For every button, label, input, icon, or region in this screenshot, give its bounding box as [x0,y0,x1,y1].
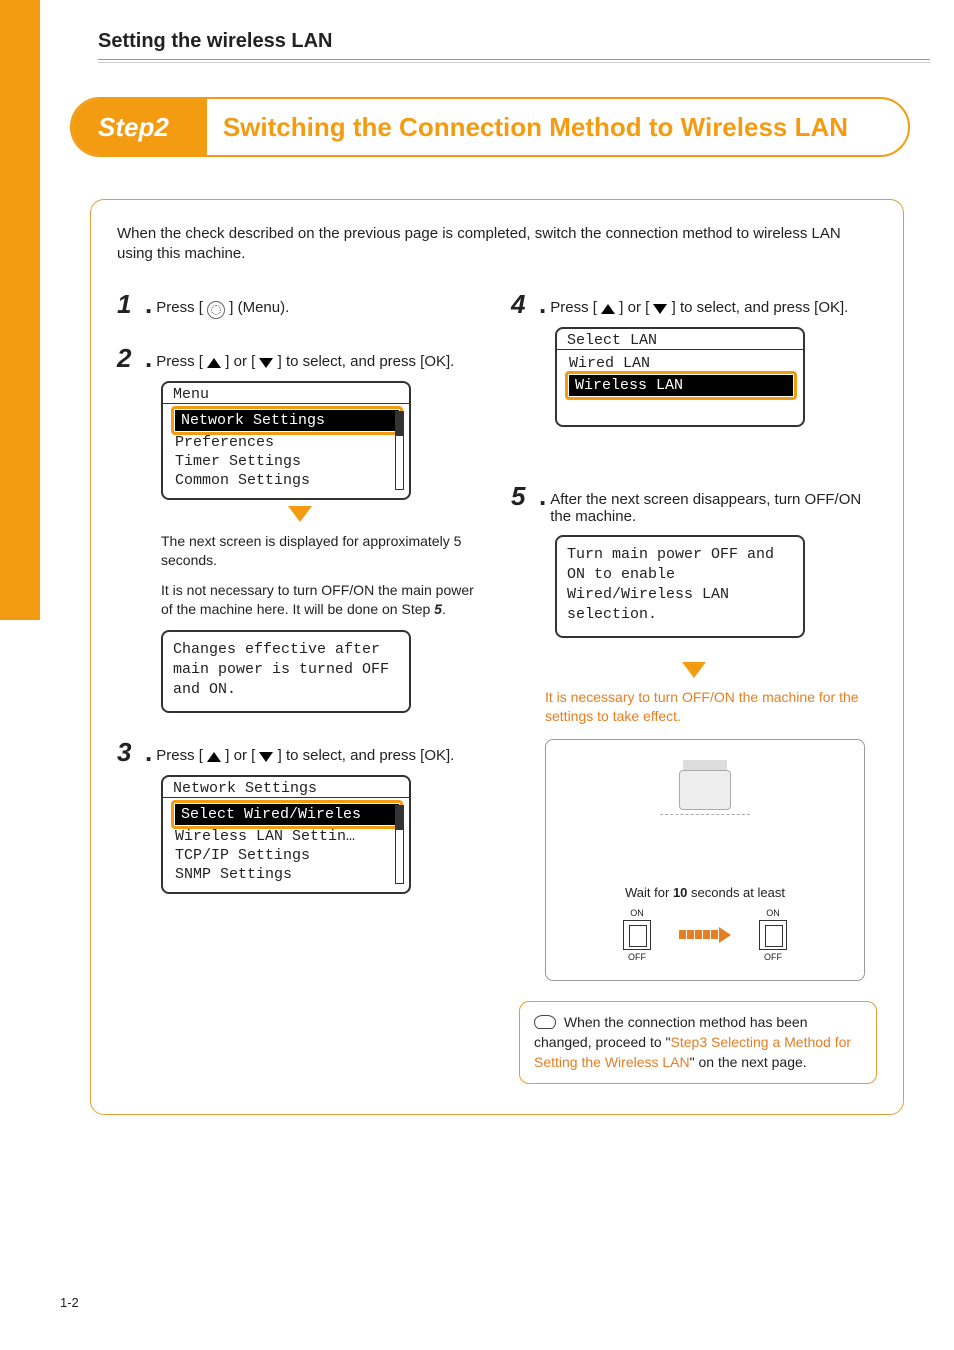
down-arrow-icon [259,358,273,368]
down-arrow-icon [259,752,273,762]
wait-text: Wait for 10 seconds at least [556,885,854,900]
lcd-network-settings: Network Settings Select Wired/Wireles Wi… [161,775,411,894]
printer-icon [670,750,740,810]
lcd-message: Changes effective after main power is tu… [161,630,411,713]
step-number: 1 [117,291,139,317]
step-title: Switching the Connection Method to Wirel… [195,112,908,143]
lcd-highlight-row: Network Settings [175,410,399,431]
up-arrow-icon [207,358,221,368]
step-1: 1. Press [ ] (Menu). [117,291,483,319]
up-arrow-icon [601,304,615,314]
lcd-row [565,398,797,417]
page-number: 1-2 [60,1295,79,1310]
step-5: 5. After the next screen disappears, tur… [511,483,877,525]
next-step-callout: When the connection method has been chan… [519,1001,877,1084]
flow-arrow-icon [288,506,312,522]
down-arrow-icon [653,304,667,314]
power-cycle-diagram: Wait for 10 seconds at least ON OFF ON [545,739,865,981]
step-2-note-1: The next screen is displayed for approxi… [161,532,483,571]
lcd-row: Timer Settings [171,452,403,471]
section-heading: Setting the wireless LAN [98,30,930,53]
step-2-note-2: It is not necessary to turn OFF/ON the m… [161,581,483,620]
step-chip: Step2 [72,99,195,155]
heading-rule [98,59,930,63]
lcd-select-lan: Select LAN Wired LAN Wireless LAN [555,327,805,427]
flow-arrow-icon [682,662,706,678]
step-number: 2 [117,345,139,371]
pointing-hand-icon [534,1015,556,1029]
up-arrow-icon [207,752,221,762]
lcd-title: Menu [163,383,409,404]
switch-on-icon: ON OFF [759,908,787,962]
content-panel: When the check described on the previous… [90,199,904,1115]
step-number: 4 [511,291,533,317]
lcd-row: Wireless LAN Settin… [171,827,403,846]
menu-key-icon [207,301,225,319]
lcd-title: Network Settings [163,777,409,798]
step-3: 3. Press [ ] or [ ] to select, and press… [117,739,483,765]
lcd-row: SNMP Settings [171,865,403,884]
step-2: 2. Press [ ] or [ ] to select, and press… [117,345,483,371]
lcd-row: TCP/IP Settings [171,846,403,865]
lcd-power-message: Turn main power OFF and ON to enable Wir… [555,535,805,638]
switch-off-icon: ON OFF [623,908,651,962]
step-banner: Step2 Switching the Connection Method to… [70,97,910,157]
step-number: 3 [117,739,139,765]
lcd-menu: Menu Network Settings Preferences Timer … [161,381,411,500]
dotted-arrow-icon [679,927,731,943]
lcd-row: Preferences [171,433,403,452]
scrollbar-icon [395,805,404,884]
step-4: 4. Press [ ] or [ ] to select, and press… [511,291,877,317]
intro-text: When the check described on the previous… [117,224,877,265]
step-number: 5 [511,483,533,509]
orange-note: It is necessary to turn OFF/ON the machi… [545,688,877,727]
scrollbar-icon [395,411,404,490]
lcd-row: Common Settings [171,471,403,490]
lcd-title: Select LAN [557,329,803,350]
side-tab [0,0,40,620]
lcd-highlight-row: Select Wired/Wireles [175,804,399,825]
lcd-highlight-row: Wireless LAN [569,375,793,396]
lcd-row: Wired LAN [565,354,797,373]
